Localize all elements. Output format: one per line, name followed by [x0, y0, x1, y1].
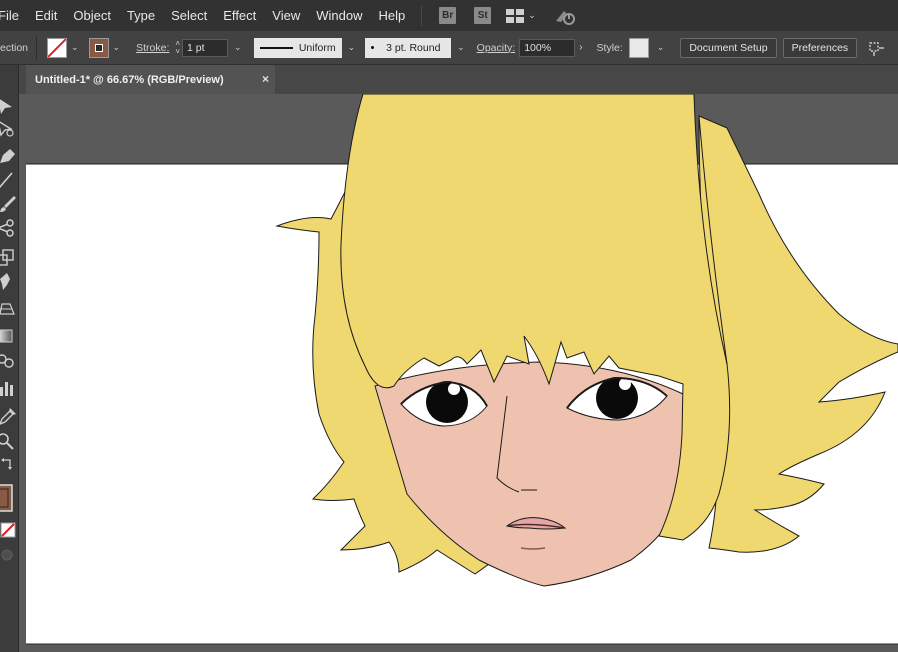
stroke-weight-value: 1 pt — [187, 41, 205, 54]
line-tool-icon[interactable] — [0, 169, 18, 191]
brush-dropdown-icon[interactable]: ⌄ — [457, 42, 465, 53]
gradient-icon[interactable] — [0, 325, 18, 347]
scale-tool-icon[interactable] — [0, 247, 18, 269]
stroke-weight-field[interactable]: 1 pt — [182, 38, 229, 57]
swap-icon[interactable] — [0, 457, 18, 473]
canvas-area[interactable] — [19, 94, 898, 652]
menu-window[interactable]: Window — [308, 0, 370, 31]
selection-tool-icon[interactable] — [0, 95, 18, 117]
none-icon[interactable] — [0, 521, 18, 539]
menu-effect[interactable]: Effect — [215, 0, 264, 31]
paintbrush-icon[interactable] — [0, 193, 18, 215]
bridge-button[interactable]: Br — [439, 7, 457, 24]
menu-bar: File Edit Object Type Select Effect View… — [0, 0, 898, 31]
close-icon[interactable]: × — [262, 72, 269, 86]
scissors-icon[interactable] — [0, 217, 18, 239]
mode-label: ection — [0, 41, 29, 54]
arrange-documents-icon[interactable] — [506, 8, 525, 23]
opacity-label[interactable]: Opacity: — [477, 42, 516, 54]
style-label: Style: — [596, 41, 623, 54]
style-swatch[interactable] — [628, 37, 649, 58]
fill-stroke-icon[interactable] — [0, 483, 18, 513]
document-setup-button[interactable]: Document Setup — [680, 37, 777, 58]
document-tab[interactable]: Untitled-1* @ 66.67% (RGB/Preview) × — [26, 65, 275, 94]
menu-file[interactable]: File — [0, 0, 27, 31]
artwork — [26, 94, 898, 645]
tools-panel — [0, 65, 19, 652]
left-eye-highlight — [448, 383, 460, 395]
stroke-weight-dropdown-icon[interactable]: ⌄ — [234, 42, 242, 53]
variable-width-profile[interactable]: Uniform — [253, 37, 342, 58]
graph-icon[interactable] — [0, 377, 18, 399]
menu-view[interactable]: View — [264, 0, 308, 31]
brush-definition[interactable]: 3 pt. Round — [365, 37, 452, 58]
draw-mode-icon[interactable] — [0, 547, 18, 563]
menu-type[interactable]: Type — [119, 0, 163, 31]
pen-tool-icon[interactable] — [0, 145, 18, 167]
control-bar: ection ⌄ ⌄ Stroke: ˄ ˅ 1 pt ⌄ Uniform ⌄ 3… — [0, 31, 898, 65]
stock-button[interactable]: St — [474, 7, 492, 24]
control-divider — [36, 35, 37, 60]
fill-swatch[interactable] — [47, 37, 67, 58]
menu-edit[interactable]: Edit — [27, 0, 65, 31]
blend-icon[interactable] — [0, 349, 18, 371]
perspective-grid-icon[interactable] — [0, 297, 18, 319]
style-dropdown-icon[interactable]: ⌄ — [657, 42, 665, 53]
stroke-swatch[interactable] — [88, 37, 109, 58]
left-pupil — [426, 381, 468, 423]
opacity-arrow-icon[interactable]: › — [579, 42, 582, 53]
menu-divider — [421, 5, 423, 26]
eyedropper-icon[interactable] — [0, 405, 18, 427]
zoom-icon[interactable] — [0, 431, 18, 453]
stroke-label[interactable]: Stroke: — [136, 42, 169, 54]
document-tab-title: Untitled-1* @ 66.67% (RGB/Preview) — [35, 73, 224, 86]
align-panel-icon[interactable] — [867, 40, 885, 56]
stroke-stepper-icon[interactable]: ˄ ˅ — [175, 39, 180, 56]
right-pupil — [596, 377, 638, 419]
fill-dropdown-icon[interactable]: ⌄ — [71, 42, 79, 53]
gpu-performance-icon[interactable] — [554, 7, 576, 25]
document-tab-bar: Untitled-1* @ 66.67% (RGB/Preview) × — [19, 65, 898, 94]
opacity-value: 100% — [524, 41, 552, 54]
chevron-down-icon[interactable]: ⌄ — [528, 10, 536, 21]
menu-help[interactable]: Help — [370, 0, 413, 31]
preferences-button[interactable]: Preferences — [782, 37, 858, 58]
profile-dropdown-icon[interactable]: ⌄ — [348, 42, 356, 53]
opacity-field[interactable]: 100% — [519, 38, 576, 57]
profile-label: Uniform — [298, 41, 336, 54]
shape-builder-icon[interactable] — [0, 271, 18, 293]
menu-select[interactable]: Select — [163, 0, 215, 31]
brush-dot-icon — [371, 46, 375, 49]
menu-object[interactable]: Object — [65, 0, 119, 31]
brush-label: 3 pt. Round — [386, 41, 441, 54]
profile-line-icon — [259, 46, 293, 49]
direct-selection-icon[interactable] — [0, 117, 18, 139]
stroke-dropdown-icon[interactable]: ⌄ — [113, 42, 121, 53]
